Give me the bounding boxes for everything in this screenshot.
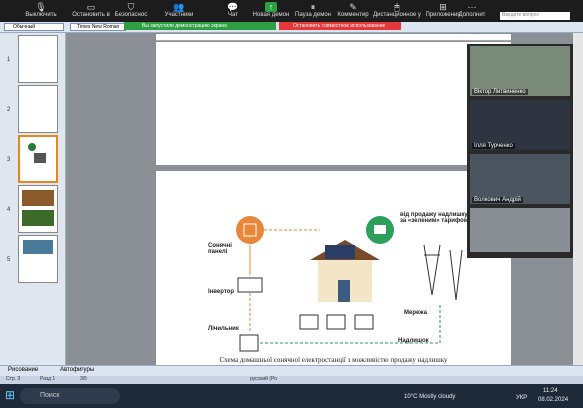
participant-tile[interactable] — [470, 208, 570, 252]
more-button[interactable]: ⋯ Дополнит — [452, 2, 492, 18]
participants-button[interactable]: 👥 Участники — [156, 2, 202, 18]
meter-icon — [239, 334, 259, 352]
annotate-icon: ✎ — [349, 2, 357, 12]
draw-menu[interactable]: Рисование — [8, 367, 38, 373]
panels-label: Сонячні панелі — [208, 243, 232, 255]
page-thumbnail[interactable] — [18, 35, 58, 83]
meter-label: Лічильник — [208, 326, 239, 332]
autoshapes-menu[interactable]: Автофигуры — [60, 367, 94, 373]
grid-label: Мережа — [404, 310, 427, 316]
power-tower-icon — [423, 244, 441, 296]
thumbnail-pane: 1 2 3 4 5 — [0, 33, 66, 365]
remote-control-button[interactable]: 🖱 Дистанционное у — [372, 2, 422, 18]
taskbar-search[interactable]: Поиск — [20, 388, 120, 404]
inverter-icon — [237, 277, 263, 293]
solar-panel-icon — [236, 216, 264, 244]
power-tower-icon — [449, 249, 463, 301]
participant-tile[interactable]: Волкович Андрій — [470, 154, 570, 204]
participant-tile[interactable]: Віктор Литвиненко — [470, 46, 570, 96]
more-icon: ⋯ — [467, 2, 477, 12]
horizontal-ruler[interactable] — [156, 34, 511, 41]
document-page[interactable] — [156, 42, 511, 165]
page-thumbnail[interactable] — [18, 85, 58, 133]
shield-icon: ⛉ — [127, 2, 135, 12]
page-thumbnail-current[interactable] — [18, 135, 58, 183]
sale-label: від продажу надлишку за «зеленим» тарифо… — [400, 212, 469, 224]
appliance-icon — [326, 314, 346, 330]
appliance-icon — [354, 314, 374, 330]
appliance-icon — [299, 314, 319, 330]
drawing-toolbar: Рисование Автофигуры — [0, 365, 583, 376]
weather-widget[interactable]: 10°C Mostly cloudy — [404, 394, 455, 400]
participants-icon: 👥 — [173, 2, 185, 12]
windows-start-icon[interactable]: ⊞ — [5, 388, 15, 402]
figure-caption: Схема домашньої сонячної електростанції … — [219, 356, 448, 364]
vertical-scrollbar[interactable] — [573, 33, 583, 365]
remote-control-icon: 🖱 — [394, 2, 400, 12]
microphone-icon: 🎙 — [35, 2, 47, 12]
language-indicator[interactable]: УКР — [516, 395, 527, 401]
inverter-label: Інвертор — [208, 289, 235, 295]
new-share-button[interactable]: ↑ Новая демон — [248, 2, 294, 18]
solar-diagram — [236, 216, 463, 352]
share-screen-icon: ↑ — [265, 2, 277, 12]
security-button[interactable]: ⛉ Безопаснос — [108, 2, 154, 18]
stop-share-button[interactable]: Остановить совместное использование — [279, 22, 401, 30]
zoom-video-panel: Віктор Литвиненко Ілля Турченко Волкович… — [467, 44, 573, 258]
clock-time[interactable]: 11:24 — [543, 388, 558, 394]
sharing-notice: Вы запустили демонстрацию экрана — [124, 22, 276, 30]
page-thumbnail[interactable] — [18, 235, 58, 283]
zoom-toolbar: 🎙 Выключить ▭ Остановить в ⛉ Безопаснос 👥 Уч… — [0, 0, 583, 22]
clock-date[interactable]: 08.02.2024 — [538, 397, 568, 403]
participant-tile[interactable]: Ілля Турченко — [470, 100, 570, 150]
font-select[interactable]: Times New Roman — [70, 23, 126, 31]
mute-button[interactable]: 🎙 Выключить — [18, 2, 64, 18]
annotate-button[interactable]: ✎ Комментир — [330, 2, 376, 18]
page-thumbnail[interactable] — [18, 185, 58, 233]
style-select[interactable]: Обычный — [4, 23, 64, 31]
status-bar: Стр. 3 Разд 1 3/5 русский (Ро — [0, 376, 583, 384]
surplus-label: Надлишок — [398, 338, 429, 344]
help-search-input[interactable]: Введите вопрос — [500, 12, 570, 20]
